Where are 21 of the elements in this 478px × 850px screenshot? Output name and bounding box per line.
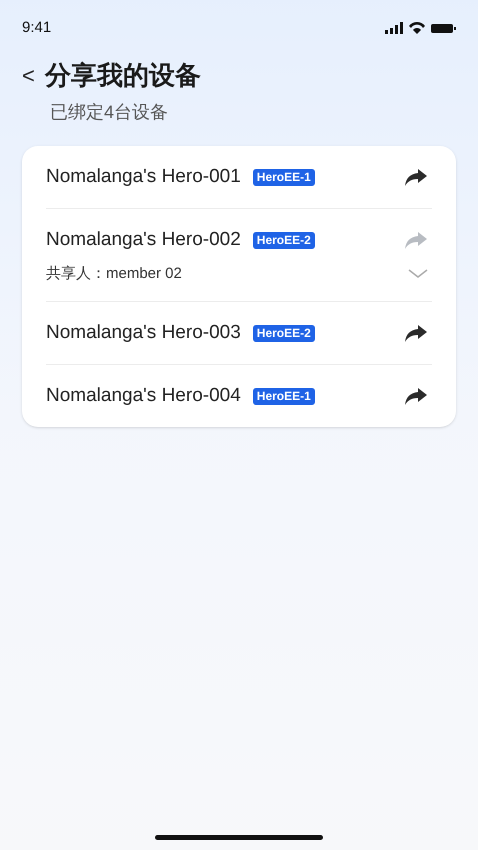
device-name: Nomalanga's Hero-003 bbox=[46, 320, 241, 345]
back-button[interactable]: < bbox=[22, 64, 35, 86]
share-icon bbox=[404, 167, 428, 187]
share-icon bbox=[404, 323, 428, 343]
page-title: 分享我的设备 bbox=[44, 59, 201, 92]
device-count: 已绑定4台设备 bbox=[49, 101, 170, 124]
model-tag: HeroEE-1 bbox=[252, 168, 315, 186]
chevron-icon bbox=[408, 269, 428, 279]
signal-icon bbox=[385, 22, 403, 34]
model-tag: HeroEE-2 bbox=[252, 324, 315, 342]
device-name: Nomalanga's Hero-002 bbox=[46, 228, 241, 252]
model-tag: HeroEE-1 bbox=[252, 388, 315, 404]
device-name: Nomalanga's Hero-001 bbox=[46, 164, 241, 189]
share-icon bbox=[404, 386, 428, 406]
status-time: 9:41 bbox=[22, 18, 52, 38]
model-tag: HeroEE-2 bbox=[252, 232, 315, 248]
sharer-label: 共享人：member 02 bbox=[46, 264, 182, 284]
device-name: Nomalanga's Hero-004 bbox=[46, 384, 241, 408]
wifi-icon bbox=[409, 22, 425, 34]
battery-icon bbox=[431, 24, 456, 32]
share-icon bbox=[404, 230, 428, 250]
